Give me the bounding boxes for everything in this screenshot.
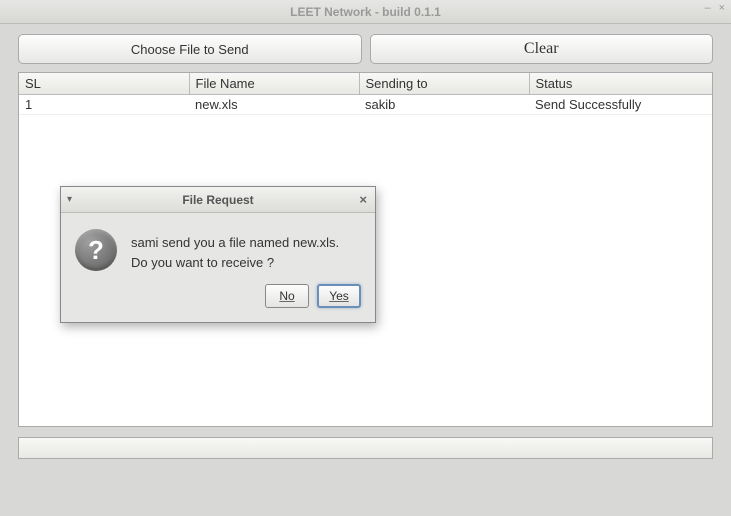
cell-status: Send Successfully	[529, 95, 712, 115]
button-row: Choose File to Send Clear	[18, 34, 713, 64]
choose-file-button[interactable]: Choose File to Send	[18, 34, 362, 64]
chevron-down-icon[interactable]: ▾	[67, 194, 72, 205]
cell-file-name: new.xls	[189, 95, 359, 115]
header-sl[interactable]: SL	[19, 73, 189, 95]
yes-button[interactable]: Yes	[317, 284, 361, 308]
dialog-buttons: No Yes	[61, 284, 375, 322]
no-button[interactable]: No	[265, 284, 309, 308]
dialog-message: sami send you a file named new.xls. Do y…	[131, 229, 339, 272]
status-bar	[18, 437, 713, 459]
dialog-message-line1: sami send you a file named new.xls.	[131, 235, 339, 250]
dialog-message-line2: Do you want to receive ?	[131, 255, 274, 270]
dialog-body: ? sami send you a file named new.xls. Do…	[61, 213, 375, 284]
table-header-row: SL File Name Sending to Status	[19, 73, 712, 95]
header-file-name[interactable]: File Name	[189, 73, 359, 95]
question-icon: ?	[75, 229, 117, 271]
close-icon[interactable]: ×	[719, 2, 725, 14]
file-request-dialog: ▾ File Request × ? sami send you a file …	[60, 186, 376, 323]
window-title: LEET Network - build 0.1.1	[290, 5, 441, 19]
header-sending-to[interactable]: Sending to	[359, 73, 529, 95]
dialog-title: File Request	[61, 193, 375, 207]
dialog-titlebar[interactable]: ▾ File Request ×	[61, 187, 375, 213]
window-titlebar: LEET Network - build 0.1.1 – ×	[0, 0, 731, 24]
window-controls: – ×	[704, 2, 725, 14]
clear-button[interactable]: Clear	[370, 34, 714, 64]
minimize-icon[interactable]: –	[704, 2, 710, 14]
table-row[interactable]: 1 new.xls sakib Send Successfully	[19, 95, 712, 115]
cell-sl: 1	[19, 95, 189, 115]
header-status[interactable]: Status	[529, 73, 712, 95]
cell-sending-to: sakib	[359, 95, 529, 115]
dialog-close-icon[interactable]: ×	[359, 192, 367, 207]
